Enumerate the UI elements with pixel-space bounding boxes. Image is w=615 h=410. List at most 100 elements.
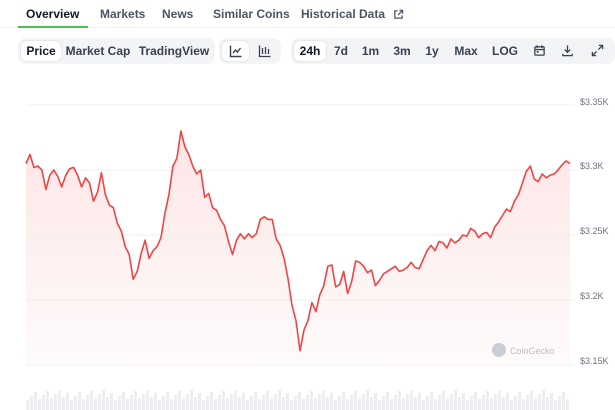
volume-bar: [286, 393, 289, 410]
volume-bar: [482, 395, 485, 410]
volume-bar: [250, 396, 253, 410]
time-range-switch: 24h 7d 1m 3m 1y Max LOG: [291, 38, 615, 64]
volume-bar: [386, 392, 389, 410]
volume-bar: [330, 393, 333, 410]
volume-bar: [130, 395, 133, 410]
volume-bar: [458, 397, 461, 410]
volume-bar: [474, 392, 477, 410]
volume-bar: [374, 393, 377, 410]
chart-view-switch: [219, 38, 281, 64]
volume-bar: [542, 390, 545, 410]
volume-bars: [26, 390, 569, 410]
range-1y-button[interactable]: 1y: [421, 41, 443, 61]
volume-bar: [58, 390, 61, 410]
volume-bar: [326, 397, 329, 410]
volume-bar: [546, 397, 549, 410]
chart-type-switch: Price Market Cap TradingView: [18, 38, 215, 64]
market-cap-button[interactable]: Market Cap: [65, 41, 131, 61]
volume-bar: [346, 399, 349, 410]
volume-bar: [166, 392, 169, 410]
volume-bar: [238, 397, 241, 410]
volume-bar: [50, 398, 53, 410]
range-7d-button[interactable]: 7d: [329, 41, 353, 61]
volume-bar: [426, 396, 429, 410]
volume-bar: [510, 400, 513, 410]
range-3m-button[interactable]: 3m: [389, 41, 415, 61]
volume-bar: [478, 399, 481, 410]
price-button[interactable]: Price: [21, 41, 61, 61]
volume-bar: [530, 391, 533, 410]
volume-bar: [66, 393, 69, 410]
volume-bar: [242, 393, 245, 410]
volume-bar: [366, 390, 369, 410]
volume-bar: [454, 390, 457, 410]
price-chart[interactable]: [0, 85, 615, 410]
volume-bar: [86, 395, 89, 410]
volume-bar: [122, 392, 125, 410]
tab-similar-coins[interactable]: Similar Coins: [213, 7, 290, 21]
tab-news[interactable]: News: [162, 7, 193, 21]
download-icon: [556, 44, 578, 57]
volume-bar: [162, 396, 165, 410]
volume-bar: [218, 395, 221, 410]
tradingview-button[interactable]: TradingView: [137, 41, 211, 61]
volume-bar: [350, 395, 353, 410]
volume-bar: [394, 395, 397, 410]
volume-bar: [198, 393, 201, 410]
volume-bar: [302, 399, 305, 410]
volume-bar: [410, 390, 413, 410]
volume-bar: [26, 400, 29, 410]
volume-bar: [434, 399, 437, 410]
volume-bar: [126, 399, 129, 410]
volume-bar: [462, 393, 465, 410]
volume-bar: [450, 394, 453, 410]
volume-bar: [278, 390, 281, 410]
volume-bar: [70, 400, 73, 410]
range-24h-button[interactable]: 24h: [294, 41, 326, 61]
volume-bar: [310, 391, 313, 410]
volume-bar: [78, 392, 81, 410]
volume-bar: [74, 396, 77, 410]
volume-bar: [114, 400, 117, 410]
volume-bar: [170, 399, 173, 410]
volume-bar: [446, 398, 449, 410]
volume-bar: [378, 400, 381, 410]
download-button[interactable]: [556, 41, 578, 61]
line-chart-icon: [222, 44, 249, 58]
volume-bar: [318, 394, 321, 410]
volume-bar: [154, 393, 157, 410]
volume-bar: [562, 392, 565, 410]
candlestick-chart-button[interactable]: [251, 41, 278, 61]
date-picker-button[interactable]: [528, 41, 550, 61]
volume-bar: [54, 394, 57, 410]
range-1m-button[interactable]: 1m: [358, 41, 383, 61]
volume-bar: [306, 395, 309, 410]
volume-bar: [534, 398, 537, 410]
tab-overview[interactable]: Overview: [26, 7, 79, 21]
volume-bar: [142, 394, 145, 410]
volume-bar: [470, 396, 473, 410]
y-tick-label: $3.3K: [580, 161, 604, 171]
tab-historical-data[interactable]: Historical Data: [301, 7, 404, 23]
volume-bar: [134, 391, 137, 410]
volume-bar: [194, 397, 197, 410]
coingecko-watermark: CoinGecko: [492, 343, 555, 357]
volume-bar: [502, 397, 505, 410]
volume-bar: [186, 394, 189, 410]
volume-bar: [46, 391, 49, 410]
volume-bar: [270, 398, 273, 410]
log-scale-button[interactable]: LOG: [488, 41, 522, 61]
volume-bar: [138, 398, 141, 410]
volume-bar: [158, 400, 161, 410]
volume-bar: [382, 396, 385, 410]
volume-bar: [538, 394, 541, 410]
volume-bar: [34, 392, 37, 410]
volume-bar: [38, 399, 41, 410]
range-max-button[interactable]: Max: [449, 41, 483, 61]
volume-bar: [266, 391, 269, 410]
volume-bar: [290, 400, 293, 410]
fullscreen-button[interactable]: [586, 41, 608, 61]
tab-markets[interactable]: Markets: [100, 7, 145, 21]
line-chart-button[interactable]: [222, 41, 249, 61]
watermark-text: CoinGecko: [510, 346, 555, 356]
